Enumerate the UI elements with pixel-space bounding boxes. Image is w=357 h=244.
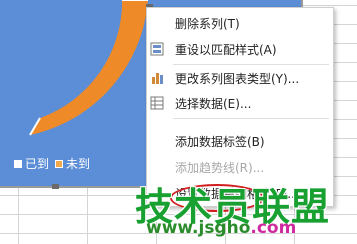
menu-item-add-data-labels[interactable]: 添加数据标签(B) — [147, 130, 333, 152]
menu-item-label: 选择数据(E)... — [175, 96, 252, 111]
menu-separator — [173, 118, 329, 119]
legend-item[interactable]: 已到 — [14, 155, 49, 172]
select-data-icon — [150, 96, 164, 110]
chart-legend[interactable]: 已到 未到 — [14, 155, 90, 172]
menu-item-label: 重设以匹配样式(A) — [175, 42, 277, 57]
legend-label: 未到 — [66, 157, 91, 171]
watermark-url: www.jsgho.com — [146, 218, 296, 238]
watermark-url-suffix: .com — [250, 218, 297, 238]
menu-item-select-data[interactable]: 选择数据(E)... — [147, 92, 333, 114]
legend-label: 已到 — [25, 157, 50, 171]
legend-item[interactable]: 未到 — [55, 155, 90, 172]
menu-separator — [173, 64, 329, 65]
menu-item-change-chart-type[interactable]: 更改系列图表类型(Y)... — [147, 67, 333, 89]
chart-resize-handle[interactable] — [52, 184, 59, 189]
menu-item-label: 添加趋势线(R)... — [175, 160, 265, 175]
menu-item-reset-style[interactable]: 重设以匹配样式(A) — [147, 38, 333, 60]
menu-item-delete-series[interactable]: 删除系列(T) — [147, 12, 333, 34]
legend-swatch — [14, 159, 22, 168]
legend-swatch — [55, 159, 64, 168]
watermark-url-main: www.jsgho — [146, 218, 251, 238]
menu-item-label: 添加数据标签(B) — [175, 134, 265, 149]
menu-item-label: 更改系列图表类型(Y)... — [175, 71, 300, 86]
reset-style-icon — [150, 42, 164, 56]
chart-type-icon — [152, 73, 163, 84]
menu-item-label: 删除系列(T) — [175, 16, 240, 31]
menu-item-add-trendline: 添加趋势线(R)... — [147, 156, 333, 178]
